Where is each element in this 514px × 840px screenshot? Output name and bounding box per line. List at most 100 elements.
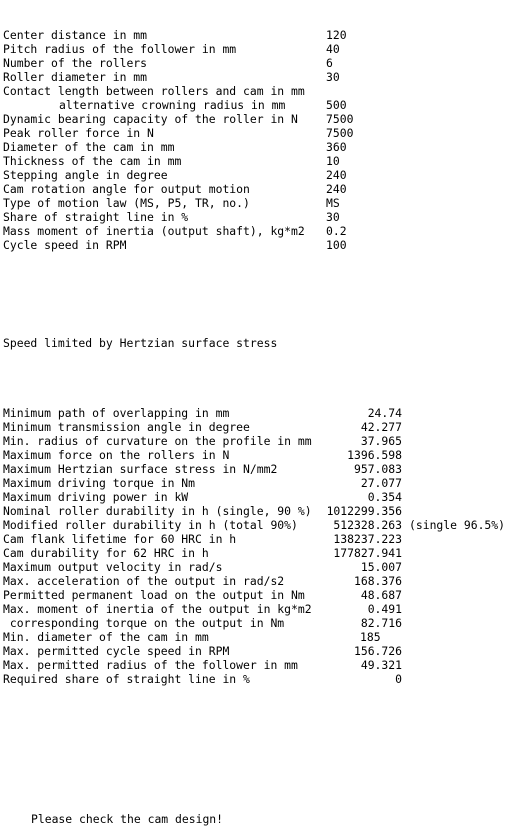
input-row: Peak roller force in N 7500 bbox=[3, 126, 353, 140]
row-label: Stepping angle in degree bbox=[3, 168, 168, 182]
row-label: Maximum driving power in kW bbox=[3, 490, 189, 504]
row-label: Contact length between rollers and cam i… bbox=[3, 84, 305, 98]
row-value: 100 bbox=[326, 238, 347, 252]
row-label: Peak roller force in N bbox=[3, 126, 154, 140]
row-value: 240 bbox=[326, 182, 347, 196]
result-row: Maximum Hertzian surface stress in N/mm2… bbox=[3, 462, 402, 476]
result-row: Min. diameter of the cam in mm 185 bbox=[3, 630, 381, 644]
row-value: 0.354 bbox=[367, 490, 402, 504]
result-row: Maximum output velocity in rad/s 15.007 bbox=[3, 560, 402, 574]
row-value: 0.491 bbox=[367, 602, 402, 616]
row-label: Max. acceleration of the output in rad/s… bbox=[3, 574, 285, 588]
row-label: Roller diameter in mm bbox=[3, 70, 148, 84]
row-label: Nominal roller durability in h (single, … bbox=[3, 504, 312, 518]
row-label: Max. moment of inertia of the output in … bbox=[3, 602, 312, 616]
result-row: Cam durability for 62 HRC in h 177827.941 bbox=[3, 546, 402, 560]
calculation-output: Center distance in mm 120 Pitch radius of … bbox=[3, 0, 505, 826]
input-row: Type of motion law (MS, P5, TR, no.) MS bbox=[3, 196, 340, 210]
row-value: 7500 bbox=[326, 126, 354, 140]
row-label: Modified roller durability in h (total 9… bbox=[3, 518, 298, 532]
row-value: 15.007 bbox=[360, 560, 402, 574]
row-label: Pitch radius of the follower in mm bbox=[3, 42, 237, 56]
row-label: Cam rotation angle for output motion bbox=[3, 182, 250, 196]
row-label: Required share of straight line in % bbox=[3, 672, 250, 686]
input-row: Dynamic bearing capacity of the roller i… bbox=[3, 112, 353, 126]
row-value: 42.277 bbox=[360, 420, 402, 434]
input-row: Mass moment of inertia (output shaft), k… bbox=[3, 224, 347, 238]
row-value: 37.965 bbox=[360, 434, 402, 448]
result-row: Max. permitted cycle speed in RPM 156.726 bbox=[3, 644, 402, 658]
row-label: Maximum force on the rollers in N bbox=[3, 448, 230, 462]
warning-message: Please check the cam design! bbox=[31, 812, 224, 826]
row-label: Cam durability for 62 HRC in h bbox=[3, 546, 209, 560]
row-label: Maximum Hertzian surface stress in N/mm2 bbox=[3, 462, 278, 476]
row-label: Maximum output velocity in rad/s bbox=[3, 560, 223, 574]
row-label: Mass moment of inertia (output shaft), k… bbox=[3, 224, 305, 238]
row-value: 10 bbox=[326, 154, 340, 168]
row-label: Thickness of the cam in mm bbox=[3, 154, 182, 168]
input-row: Share of straight line in % 30 bbox=[3, 210, 340, 224]
input-row: Contact length between rollers and cam i… bbox=[3, 84, 305, 98]
row-value: 27.077 bbox=[360, 476, 402, 490]
row-label: Dynamic bearing capacity of the roller i… bbox=[3, 112, 298, 126]
row-value: 120 bbox=[326, 28, 347, 42]
row-extra-note: (single 96.5%) bbox=[409, 518, 506, 532]
row-label: Max. permitted radius of the follower in… bbox=[3, 658, 298, 672]
input-row: Diameter of the cam in mm 360 bbox=[3, 140, 347, 154]
row-value: 0.2 bbox=[326, 224, 347, 238]
result-row: Maximum force on the rollers in N 1396.59… bbox=[3, 448, 402, 462]
result-row: Permitted permanent load on the output i… bbox=[3, 588, 402, 602]
result-row: Minimum path of overlapping in mm 24.74 bbox=[3, 406, 402, 420]
result-row: Nominal roller durability in h (single, … bbox=[3, 504, 402, 518]
result-row: Max. acceleration of the output in rad/s… bbox=[3, 574, 402, 588]
result-row: Maximum driving torque in Nm 27.077 bbox=[3, 476, 402, 490]
warning-line: Please check the cam design! bbox=[3, 798, 223, 826]
row-value: 185 bbox=[360, 630, 381, 644]
row-value: MS bbox=[326, 196, 340, 210]
row-value: 30 bbox=[326, 70, 340, 84]
result-values: Minimum path of overlapping in mm 24.74 Mi… bbox=[3, 406, 505, 686]
row-label: Cycle speed in RPM bbox=[3, 238, 127, 252]
row-value: 30 bbox=[326, 210, 340, 224]
result-row: Cam flank lifetime for 60 HRC in h 138237… bbox=[3, 532, 402, 546]
status-message: Speed limited by Hertzian surface stress bbox=[3, 336, 278, 350]
row-value: 24.74 bbox=[367, 406, 402, 420]
input-row: Roller diameter in mm 30 bbox=[3, 70, 340, 84]
row-value: 48.687 bbox=[360, 588, 402, 602]
row-label: Diameter of the cam in mm bbox=[3, 140, 175, 154]
row-label: Minimum path of overlapping in mm bbox=[3, 406, 230, 420]
result-row: Max. moment of inertia of the output in … bbox=[3, 602, 402, 616]
row-label: Min. diameter of the cam in mm bbox=[3, 630, 209, 644]
input-row: Center distance in mm 120 bbox=[3, 28, 347, 42]
input-row: Number of the rollers 6 bbox=[3, 56, 333, 70]
row-value: 138237.223 bbox=[333, 532, 402, 546]
row-value: 512328.263 bbox=[333, 518, 402, 532]
result-row: corresponding torque on the output in Nm… bbox=[3, 616, 402, 630]
row-label: Number of the rollers bbox=[3, 56, 148, 70]
row-value: 49.321 bbox=[360, 658, 402, 672]
row-label: Min. radius of curvature on the profile … bbox=[3, 434, 312, 448]
row-label: corresponding torque on the output in Nm bbox=[3, 616, 285, 630]
result-row: Modified roller durability in h (total 9… bbox=[3, 518, 505, 532]
row-label: Type of motion law (MS, P5, TR, no.) bbox=[3, 196, 250, 210]
status-line: Speed limited by Hertzian surface stress bbox=[3, 322, 277, 350]
row-value: 82.716 bbox=[360, 616, 402, 630]
row-value: 500 bbox=[326, 98, 347, 112]
row-value: 240 bbox=[326, 168, 347, 182]
row-value: 360 bbox=[326, 140, 347, 154]
row-value: 957.083 bbox=[353, 462, 402, 476]
row-value: 1012299.356 bbox=[326, 504, 402, 518]
result-row: Max. permitted radius of the follower in… bbox=[3, 658, 402, 672]
result-row: Maximum driving power in kW 0.354 bbox=[3, 490, 402, 504]
row-value: 168.376 bbox=[353, 574, 402, 588]
row-value: 1396.598 bbox=[347, 448, 402, 462]
row-label: Permitted permanent load on the output i… bbox=[3, 588, 305, 602]
input-row: Pitch radius of the follower in mm 40 bbox=[3, 42, 340, 56]
row-value: 40 bbox=[326, 42, 340, 56]
row-value: 156.726 bbox=[353, 644, 402, 658]
row-label: Share of straight line in % bbox=[3, 210, 189, 224]
result-row: Minimum transmission angle in degree 42.2… bbox=[3, 420, 402, 434]
row-value: 177827.941 bbox=[333, 546, 402, 560]
row-label: Minimum transmission angle in degree bbox=[3, 420, 250, 434]
